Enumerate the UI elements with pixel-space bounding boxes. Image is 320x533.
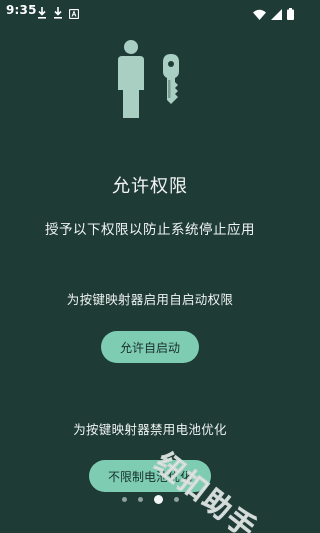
page-title: 允许权限 xyxy=(112,176,188,197)
download-icon xyxy=(53,4,63,23)
battery-optimization-description: 为按键映射器禁用电池优化 xyxy=(73,422,227,437)
disable-battery-optimization-button[interactable]: 不限制电池优化 xyxy=(89,460,211,492)
cellular-signal-icon xyxy=(271,5,282,24)
page-subtitle: 授予以下权限以防止系统停止应用 xyxy=(45,222,255,238)
status-time: 9:35 xyxy=(6,3,37,17)
page-indicator xyxy=(0,494,300,504)
page-dot[interactable] xyxy=(121,496,127,502)
wifi-icon xyxy=(253,5,266,24)
app-notification-icon xyxy=(68,4,80,23)
system-icons xyxy=(253,5,294,24)
permissions-screen: 9:35 允许权限 授予以下权限以防止系统停止应用 为按键映射器启用自启动权限 … xyxy=(0,0,300,533)
battery-icon xyxy=(287,5,294,24)
page-dot[interactable] xyxy=(137,496,143,502)
person-with-key-icon xyxy=(113,40,187,120)
allow-autostart-button[interactable]: 允许自启动 xyxy=(101,331,199,363)
autostart-description: 为按键映射器启用自启动权限 xyxy=(66,292,234,307)
page-dot[interactable] xyxy=(173,496,179,502)
download-icon xyxy=(37,4,47,23)
page-dot[interactable] xyxy=(153,494,163,504)
notification-icons xyxy=(37,4,80,23)
status-bar: 9:35 xyxy=(0,0,300,22)
